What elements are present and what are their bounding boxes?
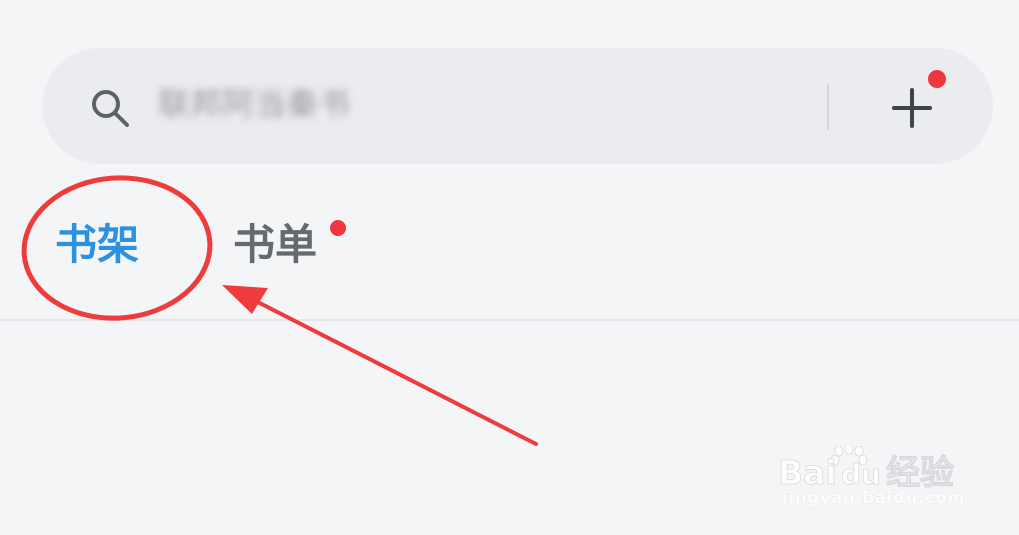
tabs-divider <box>0 319 1019 321</box>
svg-text:du: du <box>841 458 881 491</box>
svg-text:经验: 经验 <box>886 453 954 492</box>
baidu-jingyan-watermark: Bai du 经验 jingyan.baidu.com <box>778 428 988 518</box>
notification-badge <box>928 70 946 88</box>
search-divider <box>827 84 829 130</box>
watermark-url: jingyan.baidu.com <box>782 488 966 507</box>
add-button[interactable] <box>882 70 946 138</box>
plus-icon <box>892 88 932 128</box>
baidu-jingyan-logo: Bai du 经验 <box>778 446 954 492</box>
svg-text:Bai: Bai <box>778 453 837 492</box>
tab-booklist[interactable]: 书单 <box>233 217 317 273</box>
tab-booklist-badge <box>330 220 346 236</box>
search-icon <box>92 90 129 127</box>
tab-bookshelf[interactable]: 书架 <box>55 217 139 273</box>
annotation-arrow-head <box>222 285 268 314</box>
search-input[interactable]: 联邦阿当秦书 <box>158 82 408 126</box>
